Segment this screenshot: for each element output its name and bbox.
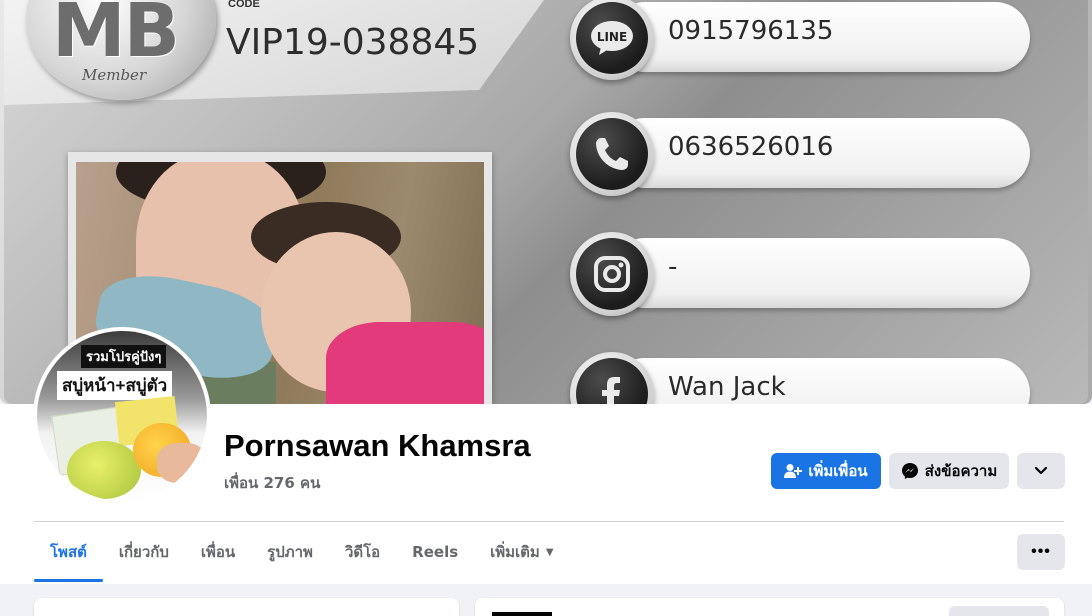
avatar-promo-tag: รวมโปรคู่ปังๆ — [81, 345, 167, 368]
tab-reels-label: Reels — [412, 543, 459, 561]
line-id: 0915796135 — [668, 16, 834, 46]
contact-row-facebook: Wan Jack — [570, 352, 1030, 404]
line-icon: LINE — [576, 2, 648, 74]
code-value: VIP19-038845 — [226, 22, 480, 63]
chevron-down-icon — [1034, 462, 1048, 480]
instagram-handle: - — [668, 252, 678, 282]
tab-posts-label: โพสต์ — [50, 543, 87, 561]
avatar-promo-title: สบู่หน้า+สบู่ตัว — [57, 371, 173, 400]
profile-options-button[interactable] — [1017, 453, 1065, 489]
intro-card — [34, 598, 459, 616]
tab-photos[interactable]: รูปภาพ — [251, 522, 329, 582]
facebook-icon — [576, 358, 648, 404]
messenger-icon — [901, 462, 919, 480]
member-badge-text: MB — [52, 0, 180, 74]
phone-icon — [576, 118, 648, 190]
instagram-icon — [576, 238, 648, 310]
svg-text:LINE: LINE — [597, 30, 627, 44]
tab-about[interactable]: เกี่ยวกับ — [103, 522, 185, 582]
more-options-button[interactable]: ••• — [1017, 534, 1065, 570]
profile-name: Pornsawan Khamsra — [224, 428, 531, 463]
add-friend-icon — [784, 463, 803, 479]
phone-number: 0636526016 — [668, 132, 834, 162]
message-label: ส่งข้อความ — [924, 462, 998, 480]
tab-videos[interactable]: วิดีโอ — [329, 522, 396, 582]
member-badge-subtitle: Member — [82, 66, 147, 84]
contact-row-line: LINE 0915796135 — [570, 0, 1030, 82]
tab-friends-label: เพื่อน — [200, 543, 236, 561]
tab-videos-label: วิดีโอ — [344, 543, 381, 561]
contact-row-instagram: - — [570, 232, 1030, 318]
tab-about-label: เกี่ยวกับ — [118, 543, 169, 561]
ellipsis-icon: ••• — [1031, 543, 1051, 560]
profile-tabs: โพสต์ เกี่ยวกับ เพื่อน รูปภาพ วิดีโอ Ree… — [34, 522, 570, 582]
tab-friends[interactable]: เพื่อน — [185, 522, 251, 582]
code-label: CODE — [228, 0, 260, 10]
avatar-image: รวมโปรคู่ปังๆ สบู่หน้า+สบู่ตัว — [37, 331, 207, 501]
tab-more-label: เพิ่มเติม — [490, 543, 540, 561]
facebook-name: Wan Jack — [668, 372, 786, 402]
tab-reels[interactable]: Reels — [396, 522, 474, 582]
message-button[interactable]: ส่งข้อความ — [889, 453, 1009, 489]
add-friend-label: เพิ่มเพื่อน — [808, 462, 868, 480]
tab-more[interactable]: เพิ่มเติม ▼ — [474, 522, 569, 582]
filters-button[interactable] — [949, 606, 1049, 616]
contact-row-phone: 0636526016 — [570, 112, 1030, 198]
add-friend-button[interactable]: เพิ่มเพื่อน — [771, 453, 881, 489]
caret-down-icon: ▼ — [545, 546, 554, 558]
profile-avatar[interactable]: รวมโปรคู่ปังๆ สบู่หน้า+สบู่ตัว — [33, 327, 211, 505]
friends-count[interactable]: เพื่อน 276 คน — [224, 471, 320, 495]
tab-posts[interactable]: โพสต์ — [34, 522, 103, 582]
tab-photos-label: รูปภาพ — [267, 543, 313, 561]
